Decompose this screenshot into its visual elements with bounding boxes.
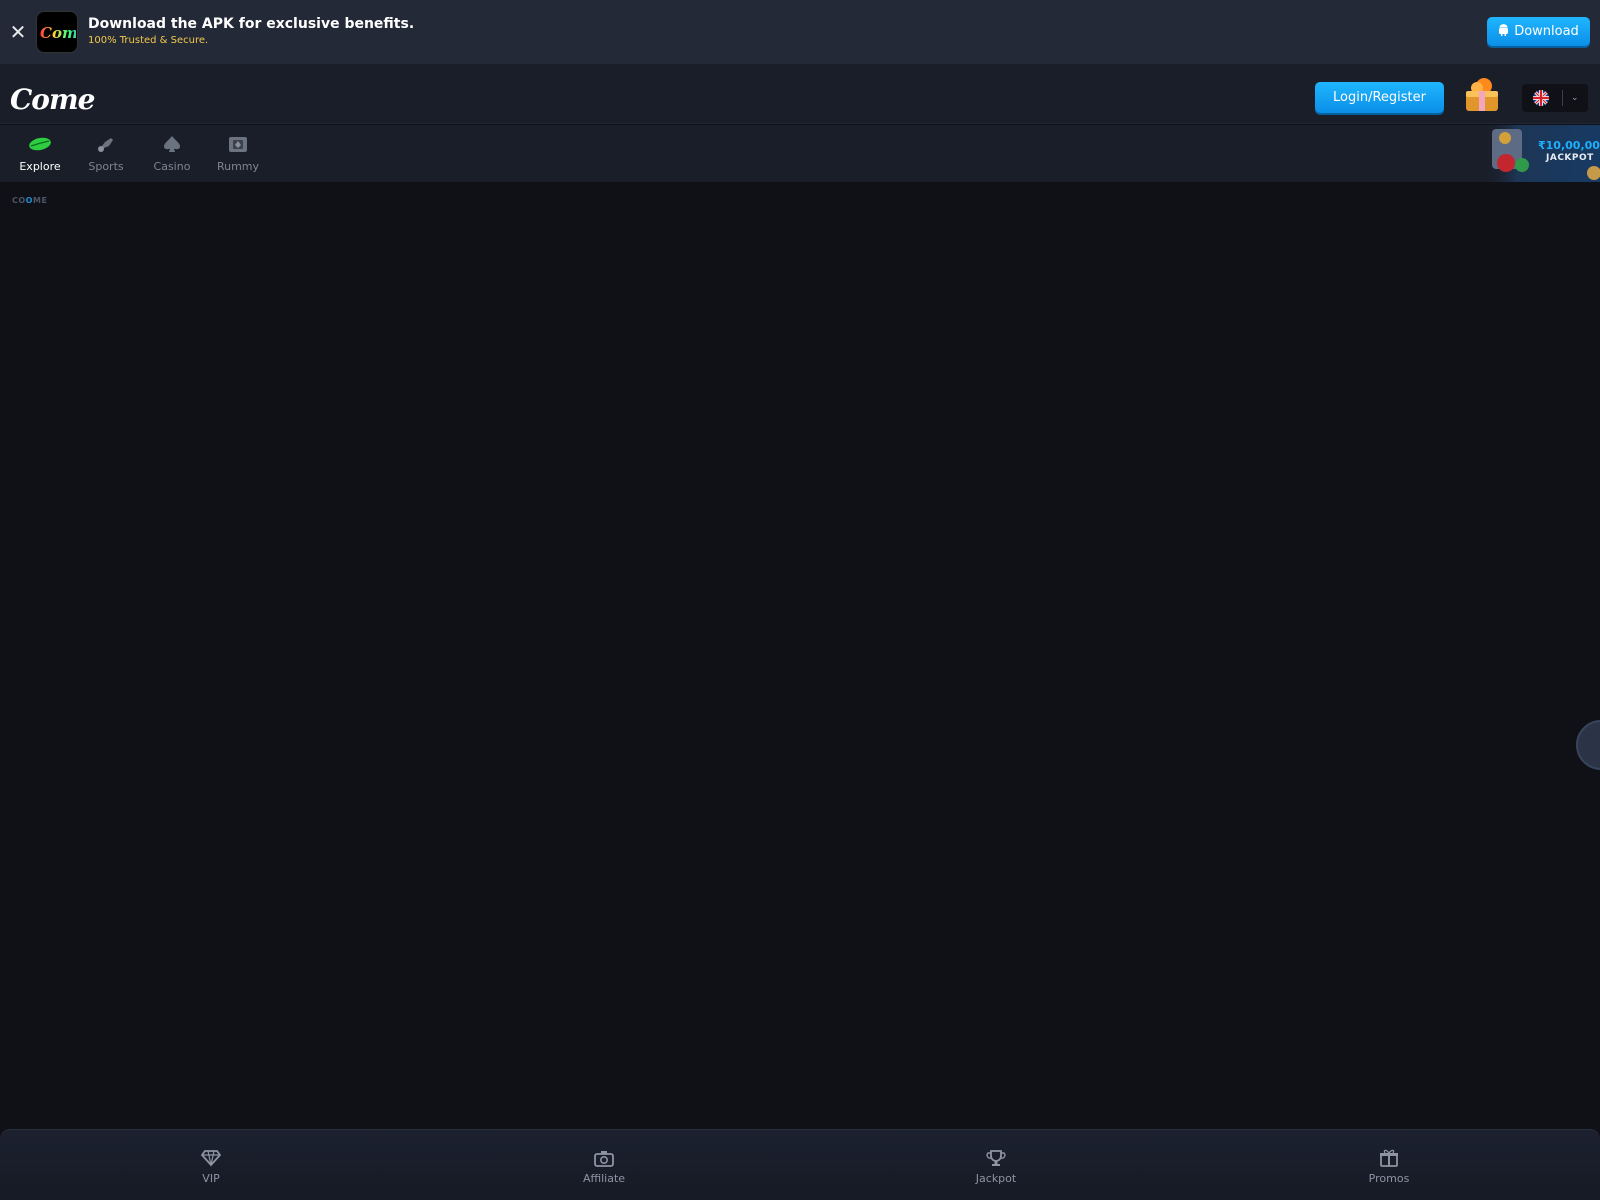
nav-label: Promos: [1368, 1172, 1410, 1185]
tab-label: Rummy: [216, 160, 260, 173]
apk-subtitle: 100% Trusted & Secure.: [88, 35, 209, 46]
svg-text:Come: Come: [40, 24, 76, 42]
nav-affiliate[interactable]: Affiliate: [554, 1148, 654, 1185]
divider: [1562, 90, 1563, 106]
apk-download-banner: ✕ Come Download the APK for exclusive be…: [0, 0, 1600, 64]
jackpot-label: JACKPOT: [1546, 153, 1594, 163]
uk-flag-icon: [1533, 90, 1549, 106]
spade-icon: [159, 133, 185, 155]
floating-support-avatar[interactable]: [1576, 720, 1600, 770]
apk-title: Download the APK for exclusive benefits.: [88, 16, 415, 32]
top-header: Come Login/Register ⌄: [0, 64, 1600, 124]
come-logo-icon: Come: [40, 24, 76, 42]
nav-label: Jackpot: [975, 1172, 1017, 1185]
cards-icon: [225, 133, 251, 155]
chevron-down-icon: ⌄: [1571, 93, 1579, 103]
tab-label: Explore: [19, 160, 61, 173]
brand-logo[interactable]: Come: [10, 83, 95, 116]
android-icon: [1498, 23, 1509, 40]
shuttlecock-icon: [93, 133, 119, 155]
category-nav: Explore Sports Casino Rummy ₹10,00,00 JA…: [0, 125, 1600, 182]
loading-suffix: ME: [32, 196, 48, 205]
bottom-nav: VIP Affiliate Jackpot Promos: [0, 1129, 1600, 1200]
nav-jackpot[interactable]: Jackpot: [946, 1148, 1046, 1185]
nav-label: VIP: [202, 1172, 220, 1185]
trophy-icon: [985, 1148, 1007, 1168]
tab-casino[interactable]: Casino: [142, 133, 202, 173]
gift-icon: [1378, 1148, 1400, 1168]
diamond-icon: [200, 1148, 222, 1168]
nav-promos[interactable]: Promos: [1339, 1148, 1439, 1185]
jackpot-promo-banner[interactable]: ₹10,00,000 JACKPOT: [1482, 125, 1600, 182]
leaf-icon: [27, 133, 53, 155]
nav-vip[interactable]: VIP: [161, 1148, 261, 1185]
tab-sports[interactable]: Sports: [76, 133, 136, 173]
login-register-button[interactable]: Login/Register: [1315, 82, 1444, 113]
app-logo: Come: [36, 11, 78, 53]
tab-label: Casino: [153, 160, 191, 173]
loading-prefix: CO: [12, 196, 26, 205]
loading-highlight: O: [25, 196, 33, 205]
language-selector[interactable]: ⌄: [1522, 84, 1588, 112]
loading-logo: COOME: [12, 196, 47, 205]
apk-text-block: Download the APK for exclusive benefits.…: [88, 16, 414, 48]
download-label: Download: [1514, 24, 1579, 39]
close-icon[interactable]: ✕: [1, 0, 35, 64]
download-button[interactable]: Download: [1487, 17, 1590, 46]
tab-rummy[interactable]: Rummy: [208, 133, 268, 173]
jackpot-amount: ₹10,00,000: [1538, 139, 1600, 152]
treasure-chest-icon[interactable]: [1462, 76, 1502, 114]
camera-icon: [593, 1148, 615, 1168]
nav-label: Affiliate: [582, 1172, 626, 1185]
tab-label: Sports: [88, 160, 124, 173]
tab-explore[interactable]: Explore: [10, 133, 70, 173]
